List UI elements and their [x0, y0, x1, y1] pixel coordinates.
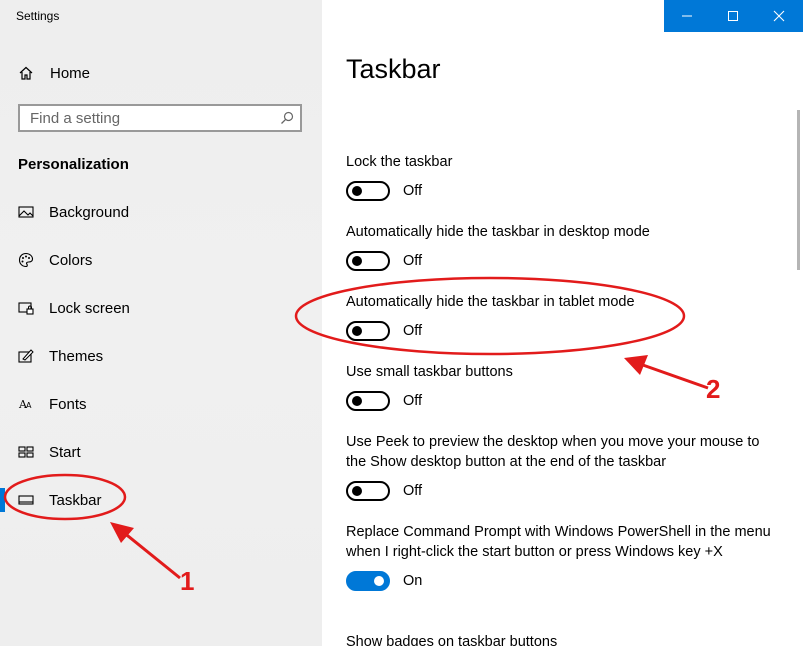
- setting-label: Lock the taskbar: [346, 154, 453, 170]
- home-label: Home: [50, 64, 91, 82]
- setting-lock-taskbar: Lock the taskbar Off: [346, 152, 776, 201]
- toggle-state: Off: [403, 253, 423, 269]
- settings-window: Settings Home Personalization Background: [0, 0, 803, 646]
- sidebar-item-label: Taskbar: [49, 491, 102, 509]
- sidebar-item-label: Themes: [49, 347, 104, 365]
- toggle-state: Off: [403, 483, 423, 499]
- sidebar-item-start[interactable]: Start: [18, 440, 81, 464]
- palette-icon: [18, 252, 34, 268]
- setting-label: Replace Command Prompt with Windows Powe…: [346, 524, 771, 560]
- toggle-state: On: [403, 573, 423, 589]
- picture-icon: [18, 204, 34, 220]
- powershell-toggle[interactable]: [346, 571, 390, 591]
- toggle-knob: [352, 396, 362, 406]
- setting-label: Automatically hide the taskbar in deskto…: [346, 224, 650, 240]
- fonts-icon: AA: [18, 396, 34, 412]
- sidebar-item-colors[interactable]: Colors: [18, 248, 92, 272]
- autohide-desktop-toggle[interactable]: [346, 251, 390, 271]
- toggle-knob: [374, 576, 384, 586]
- scrollbar[interactable]: [797, 110, 800, 270]
- setting-label: Automatically hide the taskbar in tablet…: [346, 294, 635, 310]
- annotation-number-1: 1: [180, 566, 195, 596]
- sidebar-item-fonts[interactable]: AA Fonts: [18, 392, 87, 416]
- sidebar-item-label: Background: [49, 203, 130, 221]
- themes-icon: [18, 348, 34, 364]
- section-header: Personalization: [18, 156, 129, 173]
- small-buttons-toggle[interactable]: [346, 391, 390, 411]
- start-icon: [18, 444, 34, 460]
- sidebar-item-lock-screen[interactable]: Lock screen: [18, 296, 130, 320]
- minimize-icon: [682, 15, 692, 17]
- setting-badges: Show badges on taskbar buttons: [346, 632, 776, 646]
- minimize-button[interactable]: [664, 0, 710, 32]
- sidebar-item-background[interactable]: Background: [18, 200, 129, 224]
- main-content: Taskbar Lock the taskbar Off Automatical…: [322, 0, 803, 646]
- home-button[interactable]: Home: [18, 62, 90, 84]
- annotation-number-2: 2: [706, 374, 721, 404]
- sidebar: Settings Home Personalization Background: [0, 0, 322, 646]
- sidebar-item-taskbar[interactable]: Taskbar: [0, 488, 102, 512]
- toggle-state: Off: [403, 183, 423, 199]
- svg-text:A: A: [26, 401, 32, 410]
- setting-autohide-tablet: Automatically hide the taskbar in tablet…: [346, 292, 776, 341]
- peek-toggle[interactable]: [346, 481, 390, 501]
- toggle-knob: [352, 486, 362, 496]
- toggle-state: Off: [403, 393, 423, 409]
- sidebar-item-themes[interactable]: Themes: [18, 344, 103, 368]
- close-button[interactable]: [756, 0, 802, 32]
- search-box[interactable]: [18, 104, 302, 132]
- taskbar-icon: [18, 492, 34, 508]
- search-icon[interactable]: [280, 111, 294, 125]
- autohide-tablet-toggle[interactable]: [346, 321, 390, 341]
- setting-powershell: Replace Command Prompt with Windows Powe…: [346, 522, 776, 591]
- toggle-knob: [352, 186, 362, 196]
- title-bar-controls: [664, 0, 803, 32]
- lock-taskbar-toggle[interactable]: [346, 181, 390, 201]
- window-title: Settings: [16, 9, 60, 23]
- setting-label: Show badges on taskbar buttons: [346, 634, 558, 646]
- toggle-state: Off: [403, 323, 423, 339]
- maximize-icon: [728, 11, 738, 21]
- sidebar-item-label: Start: [49, 443, 81, 461]
- sidebar-item-label: Colors: [49, 251, 93, 269]
- toggle-knob: [352, 256, 362, 266]
- sidebar-item-label: Lock screen: [49, 299, 130, 317]
- setting-autohide-desktop: Automatically hide the taskbar in deskto…: [346, 222, 776, 271]
- home-icon: [18, 65, 34, 81]
- close-icon: [773, 10, 785, 22]
- maximize-button[interactable]: [710, 0, 756, 32]
- lock-screen-icon: [18, 300, 34, 316]
- search-input[interactable]: [20, 106, 280, 130]
- toggle-knob: [352, 326, 362, 336]
- sidebar-item-label: Fonts: [49, 395, 87, 413]
- setting-label: Use Peek to preview the desktop when you…: [346, 434, 760, 470]
- page-title: Taskbar: [346, 54, 441, 84]
- setting-peek: Use Peek to preview the desktop when you…: [346, 432, 776, 501]
